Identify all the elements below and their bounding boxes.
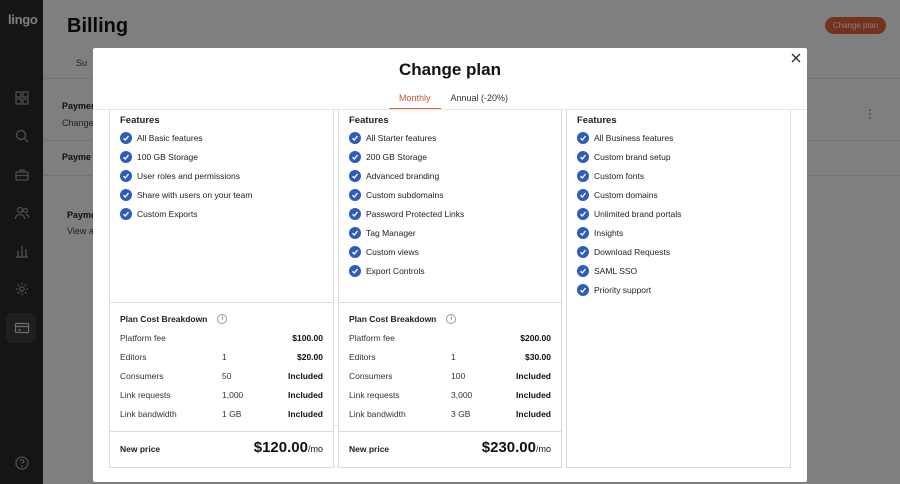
plan-card: Features All Basic features 100 GB Stora… bbox=[109, 110, 334, 468]
feature-item: Password Protected Links bbox=[349, 207, 464, 220]
cost-row: Consumers 100 Included bbox=[349, 371, 551, 381]
plan-card: Features All Starter features 200 GB Sto… bbox=[338, 110, 562, 468]
check-icon bbox=[349, 131, 361, 144]
check-icon bbox=[577, 283, 589, 296]
new-price-label: New price bbox=[349, 444, 390, 454]
plan-card: Features All Business features Custom br… bbox=[566, 110, 791, 468]
feature-item: Custom views bbox=[349, 245, 419, 258]
features-title: Features bbox=[120, 115, 160, 126]
check-icon bbox=[577, 169, 589, 182]
check-icon bbox=[577, 150, 589, 163]
modal-title: Change plan bbox=[398, 60, 501, 79]
new-price: $120.00/mo bbox=[253, 439, 323, 456]
feature-item: Share with users on your team bbox=[120, 188, 252, 201]
feature-item: 200 GB Storage bbox=[349, 150, 427, 163]
change-plan-modal: Change plan Monthly Annual (-20%) Featur… bbox=[93, 48, 807, 482]
feature-item: Custom fonts bbox=[577, 169, 644, 182]
breakdown-title: Plan Cost Breakdown i bbox=[349, 314, 457, 324]
check-icon bbox=[577, 264, 589, 277]
check-icon bbox=[120, 169, 132, 182]
check-icon bbox=[577, 245, 589, 258]
check-icon bbox=[349, 207, 361, 220]
feature-item: Tag Manager bbox=[349, 226, 416, 239]
feature-item: Custom subdomains bbox=[349, 188, 443, 201]
feature-item: Unlimited brand portals bbox=[577, 207, 681, 220]
check-icon bbox=[577, 131, 589, 144]
tab-monthly[interactable]: Monthly bbox=[389, 88, 441, 110]
feature-item: 100 GB Storage bbox=[120, 150, 198, 163]
section-divider bbox=[339, 431, 561, 432]
check-icon bbox=[349, 188, 361, 201]
info-icon[interactable]: i bbox=[217, 314, 228, 324]
check-icon bbox=[120, 150, 132, 163]
cost-row: Platform fee $100.00 bbox=[120, 333, 323, 343]
feature-item: Advanced branding bbox=[349, 169, 439, 182]
close-icon[interactable] bbox=[789, 51, 803, 65]
cost-row: Platform fee $200.00 bbox=[349, 333, 551, 343]
cost-row: Link bandwidth 1 GB Included bbox=[120, 409, 323, 419]
cost-row: Editors 1 $20.00 bbox=[120, 352, 323, 362]
check-icon bbox=[577, 188, 589, 201]
feature-item: SAML SSO bbox=[577, 264, 637, 277]
new-price-label: New price bbox=[120, 444, 161, 454]
cost-row: Consumers 50 Included bbox=[120, 371, 323, 381]
check-icon bbox=[349, 245, 361, 258]
breakdown-title: Plan Cost Breakdown i bbox=[120, 314, 228, 324]
billing-period-tabs: Monthly Annual (-20%) bbox=[389, 88, 518, 110]
new-price: $230.00/mo bbox=[481, 439, 551, 456]
feature-item: All Starter features bbox=[349, 131, 436, 144]
check-icon bbox=[349, 150, 361, 163]
feature-item: Custom brand setup bbox=[577, 150, 671, 163]
feature-item: Custom Exports bbox=[120, 207, 197, 220]
features-title: Features bbox=[577, 115, 617, 126]
check-icon bbox=[349, 226, 361, 239]
check-icon bbox=[349, 264, 361, 277]
check-icon bbox=[577, 207, 589, 220]
feature-item: Download Requests bbox=[577, 245, 670, 258]
check-icon bbox=[120, 131, 132, 144]
feature-item: Export Controls bbox=[349, 264, 425, 277]
check-icon bbox=[349, 169, 361, 182]
check-icon bbox=[577, 226, 589, 239]
cost-row: Link requests 1,000 Included bbox=[120, 390, 323, 400]
feature-item: Priority support bbox=[577, 283, 651, 296]
tab-annual[interactable]: Annual (-20%) bbox=[441, 88, 519, 110]
check-icon bbox=[120, 207, 132, 220]
info-icon[interactable]: i bbox=[446, 314, 457, 324]
features-title: Features bbox=[349, 115, 389, 126]
section-divider bbox=[339, 302, 561, 303]
feature-item: User roles and permissions bbox=[120, 169, 240, 182]
feature-item: All Business features bbox=[577, 131, 673, 144]
cost-row: Link requests 3,000 Included bbox=[349, 390, 551, 400]
check-icon bbox=[120, 188, 132, 201]
cost-row: Editors 1 $30.00 bbox=[349, 352, 551, 362]
cost-row: Link bandwidth 3 GB Included bbox=[349, 409, 551, 419]
section-divider bbox=[110, 431, 333, 432]
feature-item: All Basic features bbox=[120, 131, 203, 144]
feature-item: Custom domains bbox=[577, 188, 658, 201]
section-divider bbox=[110, 302, 333, 303]
feature-item: Insights bbox=[577, 226, 623, 239]
